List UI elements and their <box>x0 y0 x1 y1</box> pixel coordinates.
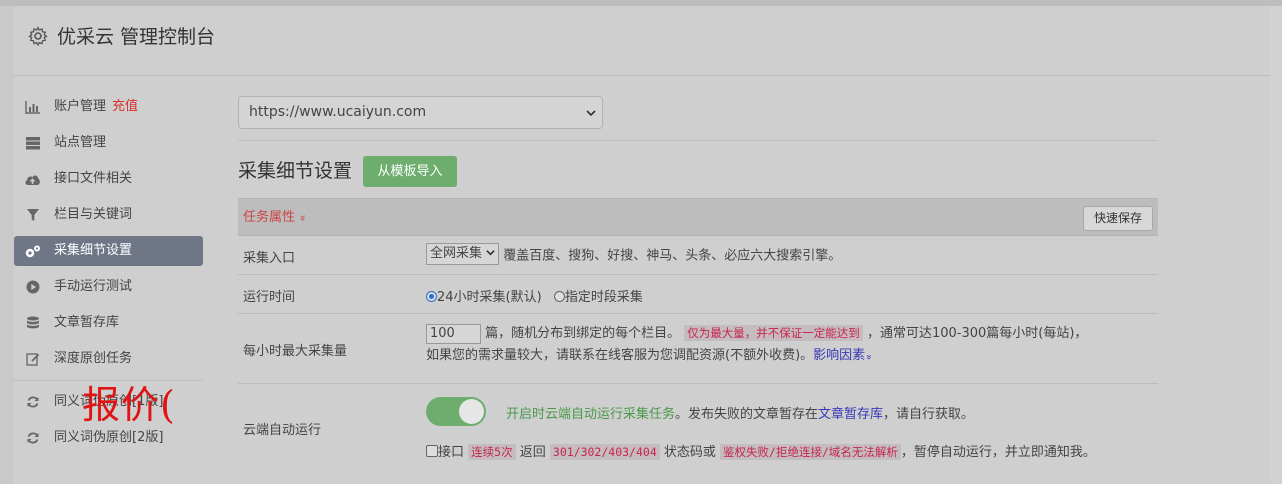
sidebar-item-manual-run[interactable]: 手动运行测试 <box>14 272 203 302</box>
page-background: 优采云 管理控制台 账户管理 充值 站点管理 接口文件相关 栏目与关键词 采集细… <box>0 0 1282 484</box>
sidebar-divider <box>14 380 203 381</box>
code-consecutive: 连续5次 <box>468 444 516 460</box>
sidebar-item-label: 账户管理 <box>54 99 107 114</box>
edit-icon <box>24 351 41 367</box>
sidebar-item-deep-original[interactable]: 深度原创任务 <box>14 344 203 374</box>
sidebar-item-label: 手动运行测试 <box>54 279 133 294</box>
filter-icon <box>24 207 41 223</box>
checkbox-label: 接口 <box>438 445 465 460</box>
sidebar-item-label: 接口文件相关 <box>54 171 133 186</box>
code-status: 301/302/403/404 <box>549 444 660 460</box>
database-icon <box>24 315 41 331</box>
gears-icon <box>24 243 41 259</box>
radio-scheduled-label: 指定时段采集 <box>564 290 643 305</box>
toggle-knob <box>459 399 484 424</box>
chevron-down-icon <box>586 110 596 117</box>
sidebar-item-label: 深度原创任务 <box>54 351 133 366</box>
max-per-hour-input[interactable]: 100 <box>426 323 481 344</box>
panel-header: 优采云 管理控制台 <box>14 6 1270 76</box>
bar-chart-icon <box>24 99 41 115</box>
refresh-icon <box>24 430 41 446</box>
chevron-down-icon <box>486 250 495 256</box>
task-attributes-toggle[interactable]: 任务属性 » <box>243 199 310 237</box>
sidebar-item-label: 栏目与关键词 <box>54 207 133 222</box>
chevron-down-icon: » <box>863 353 875 361</box>
table-header: 任务属性 » 快速保存 <box>238 198 1158 236</box>
import-template-button[interactable]: 从模板导入 <box>363 156 457 187</box>
row-label: 采集入口 <box>243 251 296 266</box>
code-errors: 鉴权失败/拒绝连接/域名无法解析 <box>720 444 901 460</box>
cloud-run-toggle[interactable] <box>426 397 486 426</box>
server-icon <box>24 135 41 151</box>
table-row: 每小时最大采集量 100 篇，随机分布到绑定的每个栏目。 仅为最大量，并不保证一… <box>238 314 1158 384</box>
sidebar-item-label: 采集细节设置 <box>54 243 133 258</box>
table-row: 采集入口 全网采集 覆盖百度、搜狗、好搜、神马、头条、必应六大搜索引擎。 <box>238 236 1158 275</box>
cloud-text: ，请自行获取。 <box>883 407 975 422</box>
article-store-link[interactable]: 文章暂存库 <box>818 407 883 422</box>
entry-description: 覆盖百度、搜狗、好搜、神马、头条、必应六大搜索引擎。 <box>503 248 842 264</box>
row-label: 运行时间 <box>243 290 296 305</box>
sidebar-item-account[interactable]: 账户管理 充值 <box>14 92 203 122</box>
sidebar-item-sites[interactable]: 站点管理 <box>14 128 203 158</box>
site-select[interactable]: https://www.ucaiyun.com <box>238 96 603 129</box>
play-icon <box>24 279 41 295</box>
cloud-text: 。发布失败的文章暂存在 <box>675 407 819 422</box>
refresh-icon <box>24 394 41 410</box>
radio-24h[interactable] <box>426 291 437 302</box>
sidebar-item-interface[interactable]: 接口文件相关 <box>14 164 203 194</box>
entry-select[interactable]: 全网采集 <box>426 243 500 265</box>
cloud-text: ，暂停自动运行，并立即通知我。 <box>900 445 1096 460</box>
sidebar-item-columns[interactable]: 栏目与关键词 <box>14 200 203 230</box>
chevron-down-icon: » <box>296 214 310 222</box>
sidebar-item-article-store[interactable]: 文章暂存库 <box>14 308 203 338</box>
max-text: 篇，随机分布到绑定的每个栏目。 <box>485 326 681 341</box>
max-text: 如果您的需求量较大，请联系在线客服为您调配资源(不额外收费)。 <box>426 348 814 363</box>
settings-table: 任务属性 » 快速保存 采集入口 全网采集 覆盖百度、搜狗、好搜、神马、头条、必… <box>238 198 1158 470</box>
interface-checkbox[interactable] <box>426 445 438 457</box>
radio-scheduled[interactable] <box>553 291 565 302</box>
factors-link[interactable]: 影响因素» <box>813 348 874 363</box>
recharge-link[interactable]: 充值 <box>112 99 138 114</box>
cloud-upload-icon <box>24 171 41 187</box>
cloud-text: 返回 <box>519 445 546 460</box>
quick-save-button[interactable]: 快速保存 <box>1083 206 1153 231</box>
gear-icon <box>28 26 48 46</box>
sidebar-item-label: 站点管理 <box>54 135 107 150</box>
page-title: 优采云 管理控制台 <box>57 26 216 48</box>
site-select-value: https://www.ucaiyun.com <box>249 104 427 120</box>
max-warning-code: 仅为最大量，并不保证一定能达到 <box>684 325 863 341</box>
price-overlay-text: 报价( <box>82 383 176 427</box>
sidebar-item-label: 文章暂存库 <box>54 315 120 330</box>
row-label: 云端自动运行 <box>243 423 322 438</box>
sidebar-item-collect-settings[interactable]: 采集细节设置 <box>14 236 203 266</box>
divider <box>238 140 1158 141</box>
section-title: 采集细节设置 <box>238 160 353 182</box>
entry-select-value: 全网采集 <box>430 246 483 261</box>
cloud-text: 状态码或 <box>663 445 716 460</box>
cloud-run-status: 开启时云端自动运行采集任务 <box>506 407 676 422</box>
max-text: ，通常可达100-300篇每小时(每站)， <box>866 326 1088 341</box>
table-row: 运行时间 24小时采集(默认) 指定时段采集 <box>238 275 1158 314</box>
table-row: 云端自动运行 开启时云端自动运行采集任务。发布失败的文章暂存在文章暂存库，请自行… <box>238 384 1158 470</box>
row-label: 每小时最大采集量 <box>243 344 348 359</box>
radio-24h-label: 24小时采集(默认) <box>437 290 542 305</box>
scrollbar[interactable] <box>1270 6 1282 484</box>
